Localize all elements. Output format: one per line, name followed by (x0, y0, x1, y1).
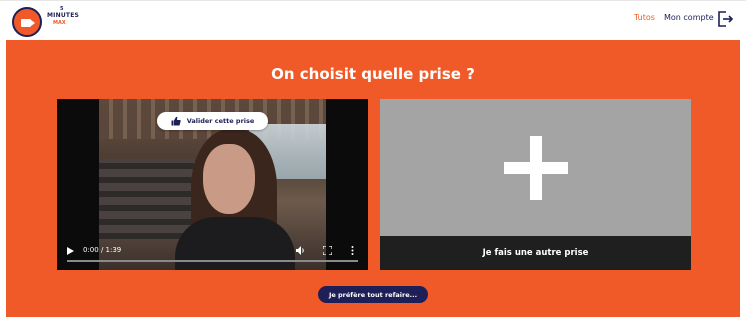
video-scene-face (203, 144, 255, 214)
video-player[interactable]: Valider cette prise 0:00 / 1:39 (57, 99, 368, 270)
video-scene-shelf (99, 159, 194, 239)
validate-take-label: Valider cette prise (186, 117, 255, 125)
nav-tutos-link[interactable]: Tutos (634, 13, 655, 27)
play-icon[interactable] (67, 247, 74, 255)
camera-icon (21, 19, 35, 27)
logout-icon[interactable] (716, 10, 734, 28)
plus-icon-bar (504, 162, 568, 174)
redo-all-button[interactable]: Je préfère tout refaire... (318, 286, 428, 303)
volume-icon[interactable] (296, 246, 306, 255)
main-panel: On choisit quelle prise ? Valider cette … (6, 40, 740, 317)
brand-minutes: MINUTES (47, 12, 80, 19)
brand-max: MAX (53, 20, 66, 26)
validate-take-button[interactable]: Valider cette prise (157, 112, 268, 130)
logo-icon[interactable] (12, 7, 42, 37)
video-progress-bar[interactable] (67, 260, 358, 262)
more-options-icon[interactable] (351, 246, 354, 255)
new-take-label: Je fais une autre prise (482, 248, 589, 258)
video-time: 0:00 / 1:39 (83, 246, 122, 254)
fullscreen-icon[interactable] (323, 246, 332, 255)
thumbs-up-icon (171, 116, 181, 126)
top-header: 5 MINUTES MAX Tutos Mon compte (0, 0, 746, 41)
new-take-card[interactable]: Je fais une autre prise (380, 99, 691, 270)
new-take-label-bar: Je fais une autre prise (380, 236, 691, 270)
nav-account-link[interactable]: Mon compte (664, 13, 714, 27)
page-title: On choisit quelle prise ? (271, 65, 475, 83)
video-controls: 0:00 / 1:39 (57, 236, 368, 270)
